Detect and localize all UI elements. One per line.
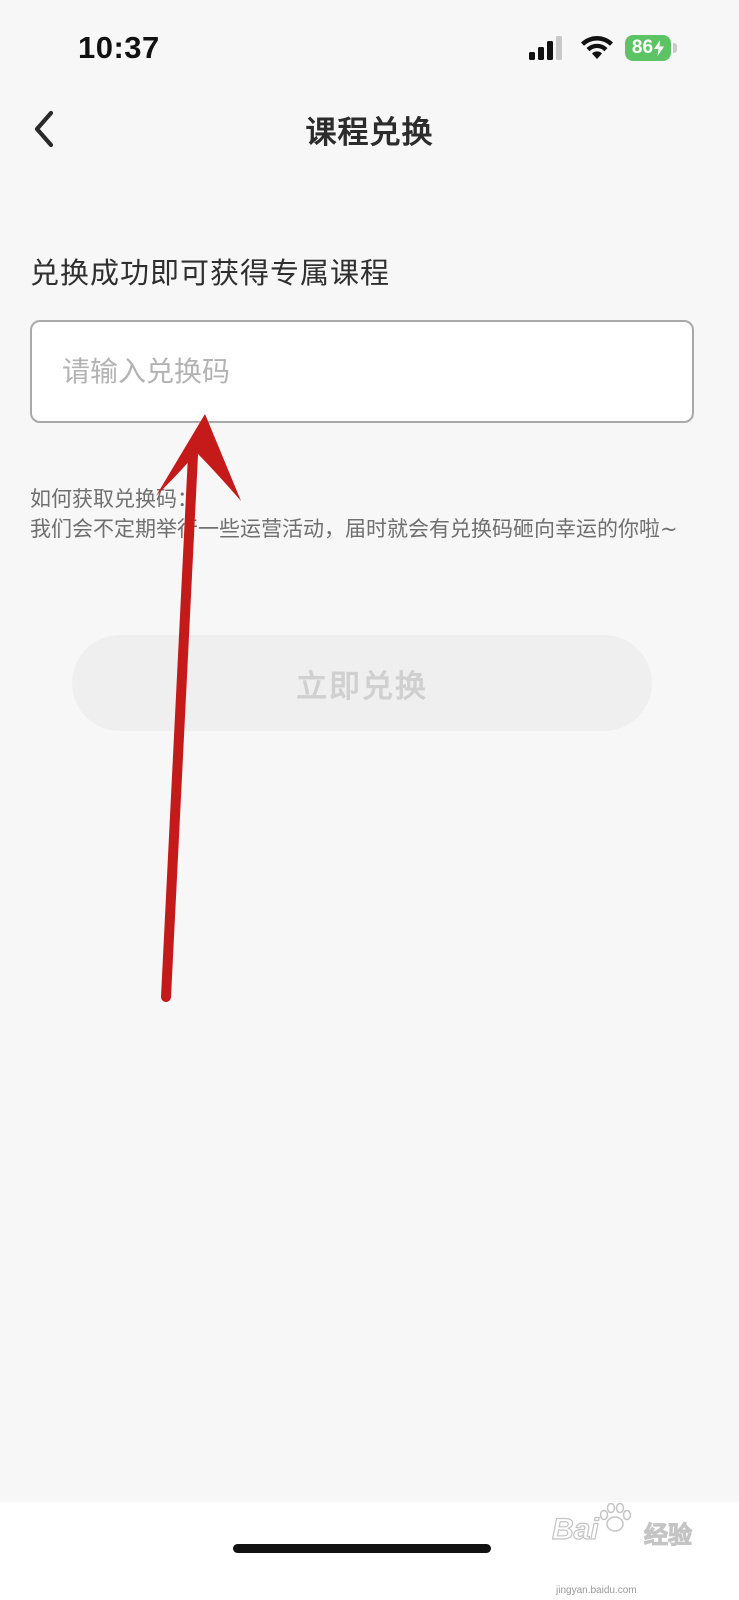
redeem-code-input[interactable] (30, 320, 694, 423)
page-title: 课程兑换 (305, 115, 434, 151)
baidu-watermark: Bai 经验 (551, 1503, 702, 1550)
section-title: 兑换成功即可获得专属课程 (30, 256, 391, 290)
paw-icon (599, 1503, 632, 1532)
help-title: 如何获取兑换码： (30, 487, 198, 511)
redeem-button[interactable]: 立即兑换 (72, 635, 652, 731)
battery-cap (673, 43, 677, 53)
battery-icon: 86 (625, 35, 679, 61)
watermark-text: 经验 (644, 1521, 693, 1550)
wifi-icon (581, 36, 613, 59)
status-bar: 10:37 86 (0, 0, 739, 90)
help-block: 如何获取兑换码： 我们会不定期举行一些运营活动，届时就会有兑换码砸向幸运的你啦~ (30, 484, 700, 544)
home-indicator[interactable] (233, 1544, 491, 1553)
help-text: 我们会不定期举行一些运营活动，届时就会有兑换码砸向幸运的你啦~ (30, 517, 678, 541)
battery-level: 86 (625, 35, 671, 61)
watermark-url: jingyan.baidu.com (556, 1585, 637, 1596)
annotation-arrow (156, 414, 241, 1002)
watermark-brand: Bai (551, 1512, 599, 1546)
nav-bar: 课程兑换 (0, 95, 739, 165)
status-time: 10:37 (78, 30, 160, 65)
signal-icon (529, 36, 562, 60)
